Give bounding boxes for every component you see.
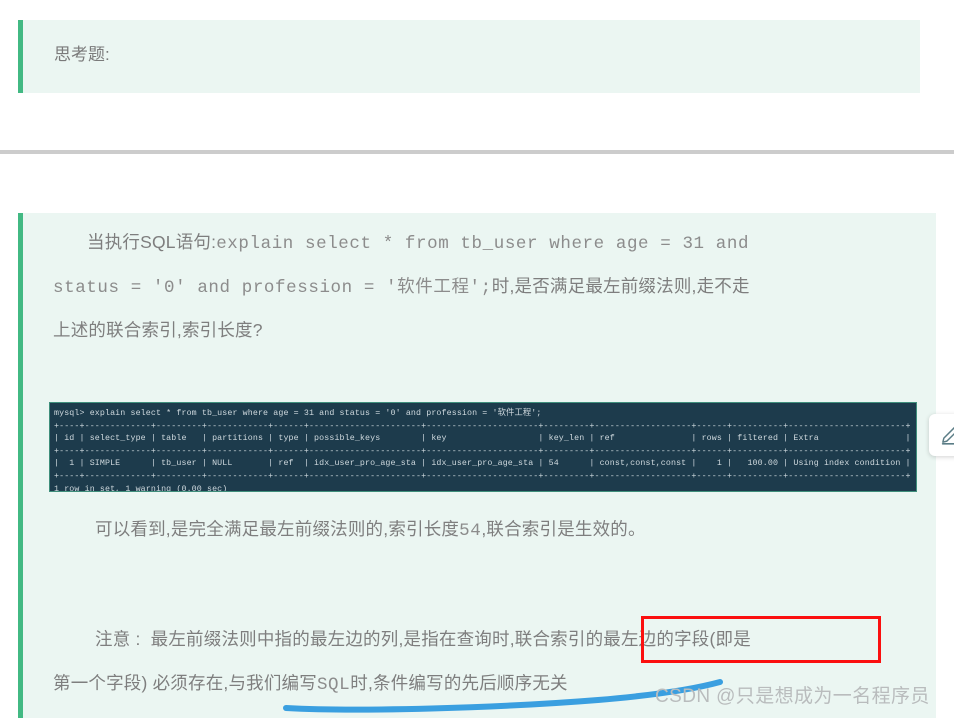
note-line-2-prefix: 第一个字段) 必须存在,与我们编写 bbox=[53, 673, 317, 693]
question-line-2-suffix: 时,是否满足最左前缀法则,走不走 bbox=[491, 276, 750, 296]
pencil-icon bbox=[941, 426, 954, 445]
question-line-1: 当执行SQL语句:explain select * from tb_user w… bbox=[87, 229, 749, 254]
terminal-header-line: | id | select_type | table | partitions … bbox=[54, 434, 911, 444]
terminal-rule-line-middle: +----+-------------+---------+----------… bbox=[54, 446, 911, 456]
question-line-3: 上述的联合索引,索引长度? bbox=[53, 320, 263, 340]
question-line-2: status = '0' and profession = '软件工程';时,是… bbox=[53, 273, 750, 298]
note-line-1-prefix: 注意 : 最左前缀法则中指的最左边的列,是指在查询时, bbox=[95, 629, 515, 649]
answer-suffix: ,联合索引是生效的。 bbox=[481, 519, 646, 539]
thinking-question-label: 思考题: bbox=[54, 45, 110, 64]
thinking-question-block: 思考题: bbox=[18, 20, 920, 93]
terminal-status-line: 1 row in set, 1 warning (0.00 sec) bbox=[54, 484, 228, 492]
answer-length-value: 54 bbox=[459, 521, 482, 541]
answer-line: 可以看到,是完全满足最左前缀法则的,索引长度54,联合索引是生效的。 bbox=[95, 516, 646, 541]
section-divider bbox=[0, 150, 954, 154]
terminal-rule-line-bottom: +----+-------------+---------+----------… bbox=[54, 471, 911, 481]
answer-content-block: 当执行SQL语句:explain select * from tb_user w… bbox=[18, 213, 936, 718]
question-line-2-code: status = '0' and profession = '软件工程'; bbox=[53, 278, 492, 298]
question-line-1-prefix: 当执行SQL语句: bbox=[87, 232, 217, 252]
question-line-1-code: explain select * from tb_user where age … bbox=[216, 234, 750, 254]
terminal-row-line: | 1 | SIMPLE | tb_user | NULL | ref | id… bbox=[54, 459, 911, 469]
csdn-watermark: CSDN @只是想成为一名程序员 bbox=[655, 686, 930, 707]
answer-prefix: 可以看到,是完全满足最左前缀法则的,索引长度 bbox=[95, 519, 460, 539]
edit-button[interactable] bbox=[929, 414, 954, 456]
note-line-2: 第一个字段) 必须存在,与我们编写SQL时,条件编写的先后顺序无关 bbox=[53, 670, 568, 695]
terminal-prompt-line: mysql> explain select * from tb_user whe… bbox=[54, 409, 542, 418]
note-line-2-suffix: 时,条件编写的先后顺序无关 bbox=[350, 673, 568, 693]
red-highlight-box-annotation bbox=[641, 616, 881, 663]
mysql-terminal-output: mysql> explain select * from tb_user whe… bbox=[49, 402, 917, 492]
note-line-2-code: SQL bbox=[316, 675, 351, 695]
terminal-rule-line-top: +----+-------------+---------+----------… bbox=[54, 421, 911, 431]
